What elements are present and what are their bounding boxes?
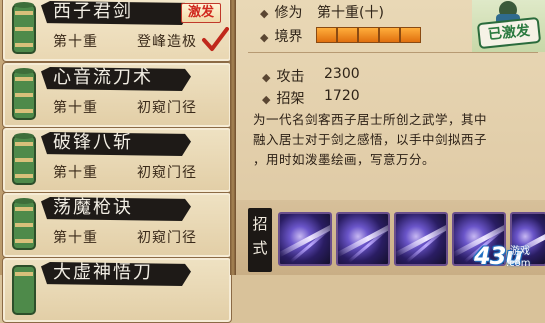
- attack-value: 2300: [324, 66, 360, 82]
- skill-name: 西子君剑: [53, 1, 133, 22]
- realm-row: ◆ 境界: [260, 26, 302, 46]
- realm-level-box: [316, 27, 337, 43]
- attack-label: 攻击: [276, 69, 305, 85]
- divider: [248, 52, 538, 53]
- scroll-icon: [12, 265, 36, 315]
- check-icon: [202, 27, 229, 51]
- watermark-sub: .com: [506, 258, 531, 269]
- skill-stage: 登峰造极: [137, 34, 197, 50]
- parry-label: 招架: [276, 91, 305, 107]
- moves-label-char: 招: [252, 215, 268, 233]
- skill-list: 西子君剑 激发 第十重 登峰造极 心音流刀术 第十重 初窥门径 破锋八斩 第十重…: [0, 0, 236, 323]
- realm-level-box: [337, 27, 358, 43]
- skill-item[interactable]: 心音流刀术 第十重 初窥门径: [2, 62, 232, 128]
- parry-value: 1720: [324, 88, 360, 104]
- skill-level: 第十重: [53, 100, 98, 116]
- cultivation-label: 修为: [274, 5, 303, 21]
- scroll-icon: [12, 133, 36, 185]
- skill-name: 心音流刀术: [53, 67, 153, 88]
- scroll-icon: [12, 198, 36, 250]
- attack-row: ◆ 攻击: [262, 66, 304, 86]
- realm-level-box: [400, 27, 421, 43]
- description-line: 为一代名剑客西子居士所创之武学，其中: [253, 112, 488, 127]
- skill-level: 第十重: [53, 34, 98, 50]
- skill-description: 为一代名剑客西子居士所创之武学，其中 融入居士对于剑之感悟，以手中剑拟西子 ，用…: [253, 110, 538, 170]
- diamond-icon: ◆: [262, 93, 271, 106]
- watermark-sub: 游戏: [510, 246, 530, 257]
- move-slot[interactable]: [394, 212, 448, 266]
- skill-level: 第十重: [53, 165, 98, 181]
- skill-name: 大虚神悟刀: [53, 262, 153, 283]
- diamond-icon: ◆: [260, 31, 269, 44]
- skill-item[interactable]: 西子君剑 激发 第十重 登峰造极: [2, 0, 232, 62]
- cultivation-value: 第十重(十): [317, 5, 384, 21]
- description-line: 融入居士对于剑之感悟，以手中剑拟西子: [253, 132, 488, 147]
- realm-label: 境界: [274, 29, 303, 45]
- move-slot[interactable]: [336, 212, 390, 266]
- skill-name: 破锋八斩: [53, 132, 133, 153]
- active-badge: 激发: [181, 3, 221, 23]
- skill-stage: 初窥门径: [137, 165, 197, 181]
- skill-name: 荡魔枪诀: [53, 197, 133, 218]
- scroll-icon: [12, 2, 36, 54]
- realm-level-box: [379, 27, 400, 43]
- cultivation-row: ◆ 修为: [260, 2, 302, 22]
- move-slot[interactable]: [278, 212, 332, 266]
- skill-level: 第十重: [53, 230, 98, 246]
- description-line: ，用时如泼墨绘画，写意万分。: [253, 152, 436, 167]
- diamond-icon: ◆: [262, 71, 271, 84]
- moves-label: 招 式: [248, 208, 272, 272]
- realm-level-box: [358, 27, 379, 43]
- skill-item[interactable]: 破锋八斩 第十重 初窥门径: [2, 127, 232, 193]
- skill-stage: 初窥门径: [137, 100, 197, 116]
- scroll-icon: [12, 68, 36, 120]
- skill-item[interactable]: 荡魔枪诀 第十重 初窥门径: [2, 192, 232, 258]
- skill-stage: 初窥门径: [137, 230, 197, 246]
- moves-label-char: 式: [252, 239, 268, 257]
- diamond-icon: ◆: [260, 7, 269, 20]
- parry-row: ◆ 招架: [262, 88, 304, 108]
- skill-item[interactable]: 大虚神悟刀: [2, 257, 232, 323]
